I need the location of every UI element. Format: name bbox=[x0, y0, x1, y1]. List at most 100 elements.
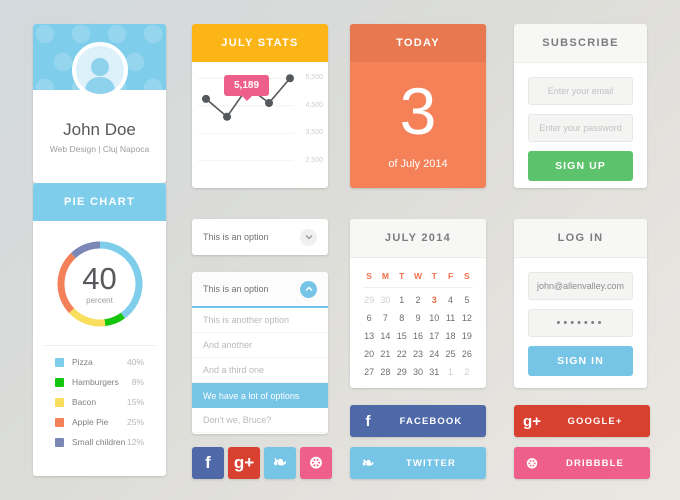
calendar-day[interactable]: 30 bbox=[410, 363, 426, 381]
calendar-day[interactable]: 18 bbox=[442, 327, 458, 345]
subscribe-password-input[interactable] bbox=[528, 114, 633, 142]
calendar-week-row: 6 7 8 9 10 11 12 bbox=[361, 309, 475, 327]
calendar-day[interactable]: 29 bbox=[361, 291, 377, 309]
facebook-icon: f bbox=[365, 412, 371, 430]
calendar-day[interactable]: 10 bbox=[426, 309, 442, 327]
donut-chart: 40 percent bbox=[33, 221, 166, 339]
calendar-body: SMTWTFS 29 30 1 2 3 4 5 6 7 8 9 10 11 12 13 14 15 16 17 18 1… bbox=[350, 258, 486, 381]
dribbble-button-label: DRIBBBLE bbox=[566, 457, 624, 469]
y-axis-tick-label: 5,500 bbox=[305, 74, 323, 82]
dropdown-collapsed[interactable]: This is an option bbox=[192, 219, 328, 255]
subscribe-form: SIGN UP bbox=[514, 63, 647, 181]
calendar-day[interactable]: 22 bbox=[394, 345, 410, 363]
calendar-day[interactable]: 26 bbox=[459, 345, 475, 363]
today-card: TODAY 3 of July 2014 bbox=[350, 24, 486, 188]
y-axis-tick-label: 2,500 bbox=[305, 156, 323, 164]
donut-value: 40 bbox=[82, 261, 117, 296]
googleplus-icon-button[interactable]: g+ bbox=[228, 447, 260, 479]
dropdown-expanded-header[interactable]: This is an option bbox=[192, 272, 328, 308]
calendar-week-row: 13 14 15 16 17 18 19 bbox=[361, 327, 475, 345]
login-form: ••••••• SIGN IN bbox=[514, 258, 647, 376]
calendar-day[interactable]: 2 bbox=[459, 363, 475, 381]
profile-name: John Doe bbox=[63, 120, 136, 139]
donut-label: percent bbox=[86, 296, 113, 305]
chevron-down-icon[interactable] bbox=[300, 228, 317, 246]
data-point[interactable] bbox=[265, 99, 273, 107]
calendar-day[interactable]: 2 bbox=[410, 291, 426, 309]
legend-swatch-icon bbox=[55, 397, 64, 407]
pie-chart-card: PIE CHART 40 percent Pizza 40% Hamburgers 8… bbox=[33, 183, 166, 476]
calendar-day[interactable]: 11 bbox=[442, 309, 458, 327]
calendar-weekday: W bbox=[413, 271, 422, 281]
dropdown-option[interactable]: Don't we, Bruce? bbox=[192, 408, 328, 433]
twitter-button-label: TWITTER bbox=[406, 457, 456, 469]
calendar-day[interactable]: 17 bbox=[426, 327, 442, 345]
calendar-day[interactable]: 8 bbox=[394, 309, 410, 327]
legend-label: Bacon bbox=[72, 397, 97, 407]
calendar-day[interactable]: 30 bbox=[377, 291, 393, 309]
dribbble-button[interactable]: ⊛ DRIBBBLE bbox=[514, 447, 650, 479]
facebook-icon-button[interactable]: f bbox=[192, 447, 224, 479]
profile-body: John Doe Web Design | Cluj Napoca bbox=[33, 90, 166, 154]
calendar-day[interactable]: 21 bbox=[377, 345, 393, 363]
calendar-weekday: F bbox=[447, 271, 454, 281]
dropdown-option[interactable]: And another bbox=[192, 333, 328, 358]
dropdown-option[interactable]: We have a lot of options bbox=[192, 383, 328, 408]
dropdown-expanded[interactable]: This is an option This is another option… bbox=[192, 272, 328, 434]
calendar-day[interactable]: 29 bbox=[394, 363, 410, 381]
calendar-day[interactable]: 23 bbox=[410, 345, 426, 363]
login-password-input[interactable]: ••••••• bbox=[528, 309, 633, 337]
legend-swatch-icon bbox=[55, 357, 64, 367]
sign-up-button[interactable]: SIGN UP bbox=[528, 151, 633, 181]
calendar-day[interactable]: 12 bbox=[459, 309, 475, 327]
calendar-day[interactable]: 6 bbox=[361, 309, 377, 327]
calendar-day[interactable]: 19 bbox=[459, 327, 475, 345]
legend-swatch-icon bbox=[55, 417, 64, 427]
calendar-day[interactable]: 13 bbox=[361, 327, 377, 345]
subscribe-email-input[interactable] bbox=[528, 77, 633, 105]
calendar-day[interactable]: 28 bbox=[377, 363, 393, 381]
calendar-day[interactable]: 1 bbox=[442, 363, 458, 381]
legend-label: Pizza bbox=[72, 357, 93, 367]
profile-header-pattern bbox=[33, 24, 166, 98]
data-point[interactable] bbox=[286, 74, 294, 83]
calendar-day[interactable]: 27 bbox=[361, 363, 377, 381]
calendar-day[interactable]: 24 bbox=[426, 345, 442, 363]
legend-row: Small children 12% bbox=[55, 432, 144, 452]
googleplus-button-label: GOOGLE+ bbox=[567, 415, 623, 427]
data-point[interactable] bbox=[223, 112, 231, 121]
login-title: LOG IN bbox=[514, 219, 647, 258]
calendar-day[interactable]: 16 bbox=[410, 327, 426, 345]
dribbble-icon-button[interactable]: ⊛ bbox=[300, 447, 332, 479]
legend-row: Pizza 40% bbox=[55, 352, 144, 372]
calendar-day[interactable]: 14 bbox=[377, 327, 393, 345]
legend-row: Hamburgers 8% bbox=[55, 372, 144, 392]
chevron-up-icon[interactable] bbox=[300, 280, 317, 298]
calendar-day[interactable]: 31 bbox=[426, 363, 442, 381]
twitter-icon-button[interactable]: ❧ bbox=[264, 447, 296, 479]
legend-value: 8% bbox=[131, 377, 144, 387]
calendar-day[interactable]: 9 bbox=[410, 309, 426, 327]
twitter-button[interactable]: ❧ TWITTER bbox=[350, 447, 486, 479]
data-point[interactable] bbox=[202, 94, 210, 103]
dropdown-option[interactable]: This is another option bbox=[192, 308, 328, 333]
dropdown-option[interactable]: And a third one bbox=[192, 358, 328, 383]
calendar-day[interactable]: 15 bbox=[394, 327, 410, 345]
googleplus-button[interactable]: g+ GOOGLE+ bbox=[514, 405, 650, 437]
line-chart: 5,500 4,500 3,500 2,500 5,189 bbox=[192, 62, 328, 183]
calendar-day[interactable]: 4 bbox=[442, 291, 458, 309]
calendar-weekday: T bbox=[431, 271, 437, 281]
facebook-button[interactable]: f FACEBOOK bbox=[350, 405, 486, 437]
calendar-day[interactable]: 5 bbox=[459, 291, 475, 309]
calendar-day[interactable]: 25 bbox=[442, 345, 458, 363]
sign-in-button[interactable]: SIGN IN bbox=[528, 346, 633, 376]
chart-tooltip: 5,189 bbox=[224, 75, 270, 96]
calendar-day-today[interactable]: 3 bbox=[426, 291, 442, 309]
calendar-weekday-row: SMTWTFS bbox=[361, 267, 475, 287]
calendar-day[interactable]: 7 bbox=[377, 309, 393, 327]
calendar-day[interactable]: 20 bbox=[361, 345, 377, 363]
login-email-input[interactable] bbox=[528, 272, 633, 300]
dropdown-collapsed-header[interactable]: This is an option bbox=[192, 219, 328, 255]
calendar-day[interactable]: 1 bbox=[394, 291, 410, 309]
calendar-title: JULY 2014 bbox=[350, 219, 486, 258]
